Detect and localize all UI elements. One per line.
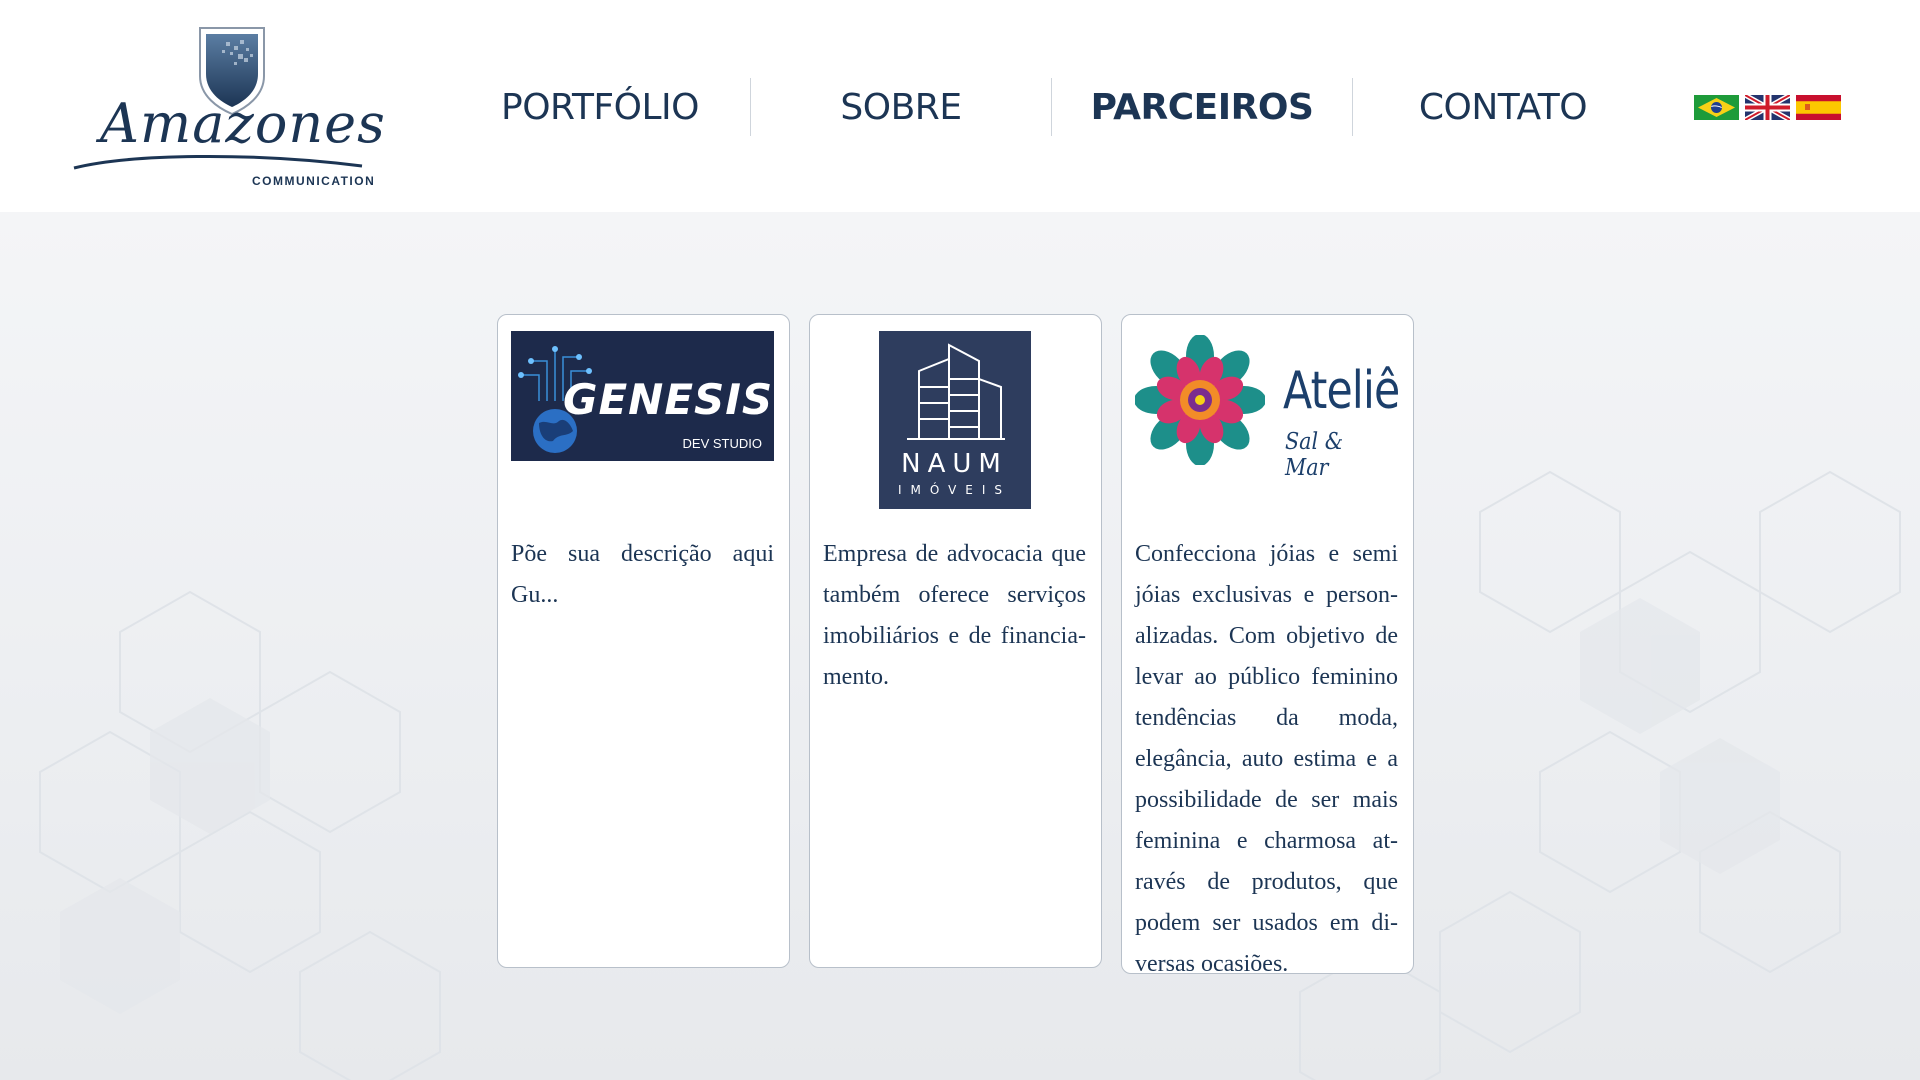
partner-card-genesis[interactable]: GENESIS DEV STUDIO Põe sua descrição aqu… (497, 314, 790, 968)
partner-logo: NAUM IMÓVEIS (823, 331, 1086, 511)
nav-contato[interactable]: CONTATO (1353, 78, 1653, 136)
genesis-subtitle: DEV STUDIO (682, 436, 762, 451)
language-selector (1694, 95, 1841, 120)
brazil-flag-icon[interactable] (1694, 95, 1739, 120)
building-icon (906, 343, 1005, 440)
partner-description: Confecciona jóias e semi jóias exclusiva… (1135, 541, 1398, 977)
amazones-logo[interactable]: Amazones COMMUNICATION (70, 24, 385, 192)
genesis-logo: GENESIS DEV STUDIO (511, 331, 774, 461)
partners-grid: GENESIS DEV STUDIO Põe sua descrição aqu… (497, 314, 1414, 977)
partner-description: Põe sua descrição aqui Gu... (511, 541, 774, 608)
mandala-icon (1135, 335, 1265, 465)
brand-swoosh (73, 154, 363, 170)
atelie-logo: Ateliê Sal & Mar (1135, 331, 1400, 481)
brand-tagline: COMMUNICATION (252, 174, 376, 188)
partner-card-atelie[interactable]: Ateliê Sal & Mar Confecciona jóias e sem… (1121, 314, 1414, 977)
partner-logo: Ateliê Sal & Mar (1135, 331, 1400, 511)
partner-logo: GENESIS DEV STUDIO (511, 331, 774, 511)
nav-portfolio[interactable]: PORTFÓLIO (450, 78, 750, 136)
naum-wordmark: NAUM (901, 449, 1008, 479)
site-header: Amazones COMMUNICATION PORTFÓLIO SOBRE P… (0, 0, 1920, 212)
nav-parceiros[interactable]: PARCEIROS (1052, 78, 1352, 136)
atelie-wordmark: Ateliê (1283, 361, 1400, 421)
uk-flag-icon[interactable] (1745, 95, 1790, 120)
spain-flag-icon[interactable] (1796, 95, 1841, 120)
main-nav: PORTFÓLIO SOBRE PARCEIROS CONTATO (450, 78, 1653, 136)
partner-card-naum[interactable]: NAUM IMÓVEIS Empresa de advocacia que ta… (809, 314, 1102, 968)
genesis-wordmark: GENESIS (563, 375, 774, 424)
partner-description: Empresa de advocacia que também oferece … (823, 541, 1086, 690)
atelie-subtitle: Sal & Mar (1285, 429, 1344, 481)
naum-subtitle: IMÓVEIS (897, 483, 1012, 497)
nav-sobre[interactable]: SOBRE (751, 78, 1051, 136)
naum-logo: NAUM IMÓVEIS (878, 331, 1031, 509)
